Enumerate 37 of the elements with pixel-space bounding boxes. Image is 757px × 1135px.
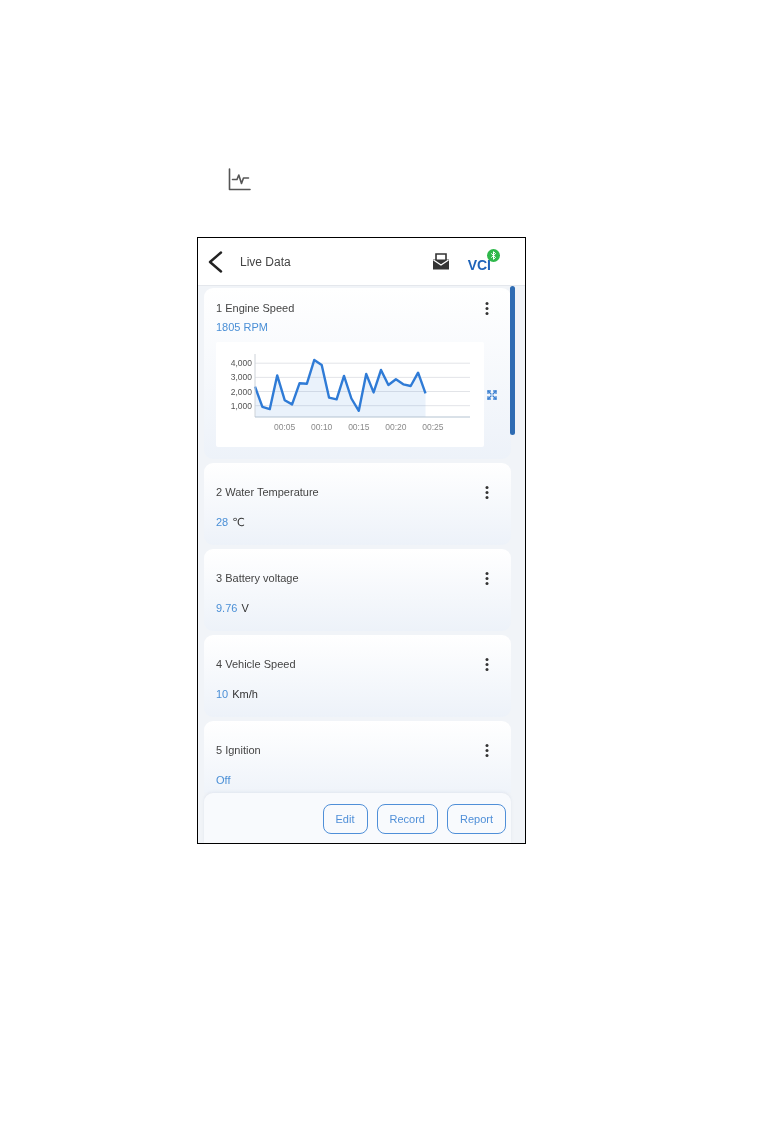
x-axis-label: 00:10 xyxy=(311,422,333,432)
parameter-unit: ℃ xyxy=(232,515,245,529)
back-icon[interactable] xyxy=(207,250,223,273)
more-icon[interactable] xyxy=(485,301,489,315)
parameter-name: 5 Ignition xyxy=(216,743,261,757)
action-button[interactable]: Report xyxy=(446,804,506,834)
parameter-unit: Km/h xyxy=(232,687,258,701)
x-axis-label: 00:20 xyxy=(385,422,407,432)
vci-logo[interactable]: VCI xyxy=(467,256,491,273)
parameter-name: 2 Water Temperature xyxy=(216,485,319,499)
page-title: Live Data xyxy=(240,254,291,269)
envelope-icon[interactable] xyxy=(431,253,450,270)
y-axis-label: 2,000 xyxy=(230,386,252,397)
more-icon[interactable] xyxy=(485,485,489,499)
line-chart-icon xyxy=(228,168,251,191)
parameter-unit: V xyxy=(241,601,249,615)
x-axis-label: 00:15 xyxy=(348,422,370,432)
bluetooth-badge-icon xyxy=(487,248,500,262)
y-axis-label: 4,000 xyxy=(230,358,252,369)
x-axis-label: 00:05 xyxy=(274,422,296,432)
parameter-name: 3 Battery voltage xyxy=(216,571,299,585)
parameter-value: 28 xyxy=(216,515,229,529)
parameter-value: 1805 RPM xyxy=(216,320,268,334)
parameter-value: 10 xyxy=(216,687,229,701)
parameter-name: 4 Vehicle Speed xyxy=(216,657,296,671)
y-axis-label: 1,000 xyxy=(230,400,252,411)
expand-icon[interactable] xyxy=(487,389,497,400)
more-icon[interactable] xyxy=(485,657,489,671)
parameter-value: Off xyxy=(216,773,231,787)
more-icon[interactable] xyxy=(485,571,489,585)
parameter-name: 1 Engine Speed xyxy=(216,301,295,315)
y-axis-label: 3,000 xyxy=(230,372,252,383)
more-icon[interactable] xyxy=(485,743,489,757)
parameter-value: 9.76 xyxy=(216,601,238,615)
action-button[interactable]: Edit xyxy=(322,804,368,834)
action-button[interactable]: Record xyxy=(376,804,438,834)
x-axis-label: 00:25 xyxy=(422,422,444,432)
